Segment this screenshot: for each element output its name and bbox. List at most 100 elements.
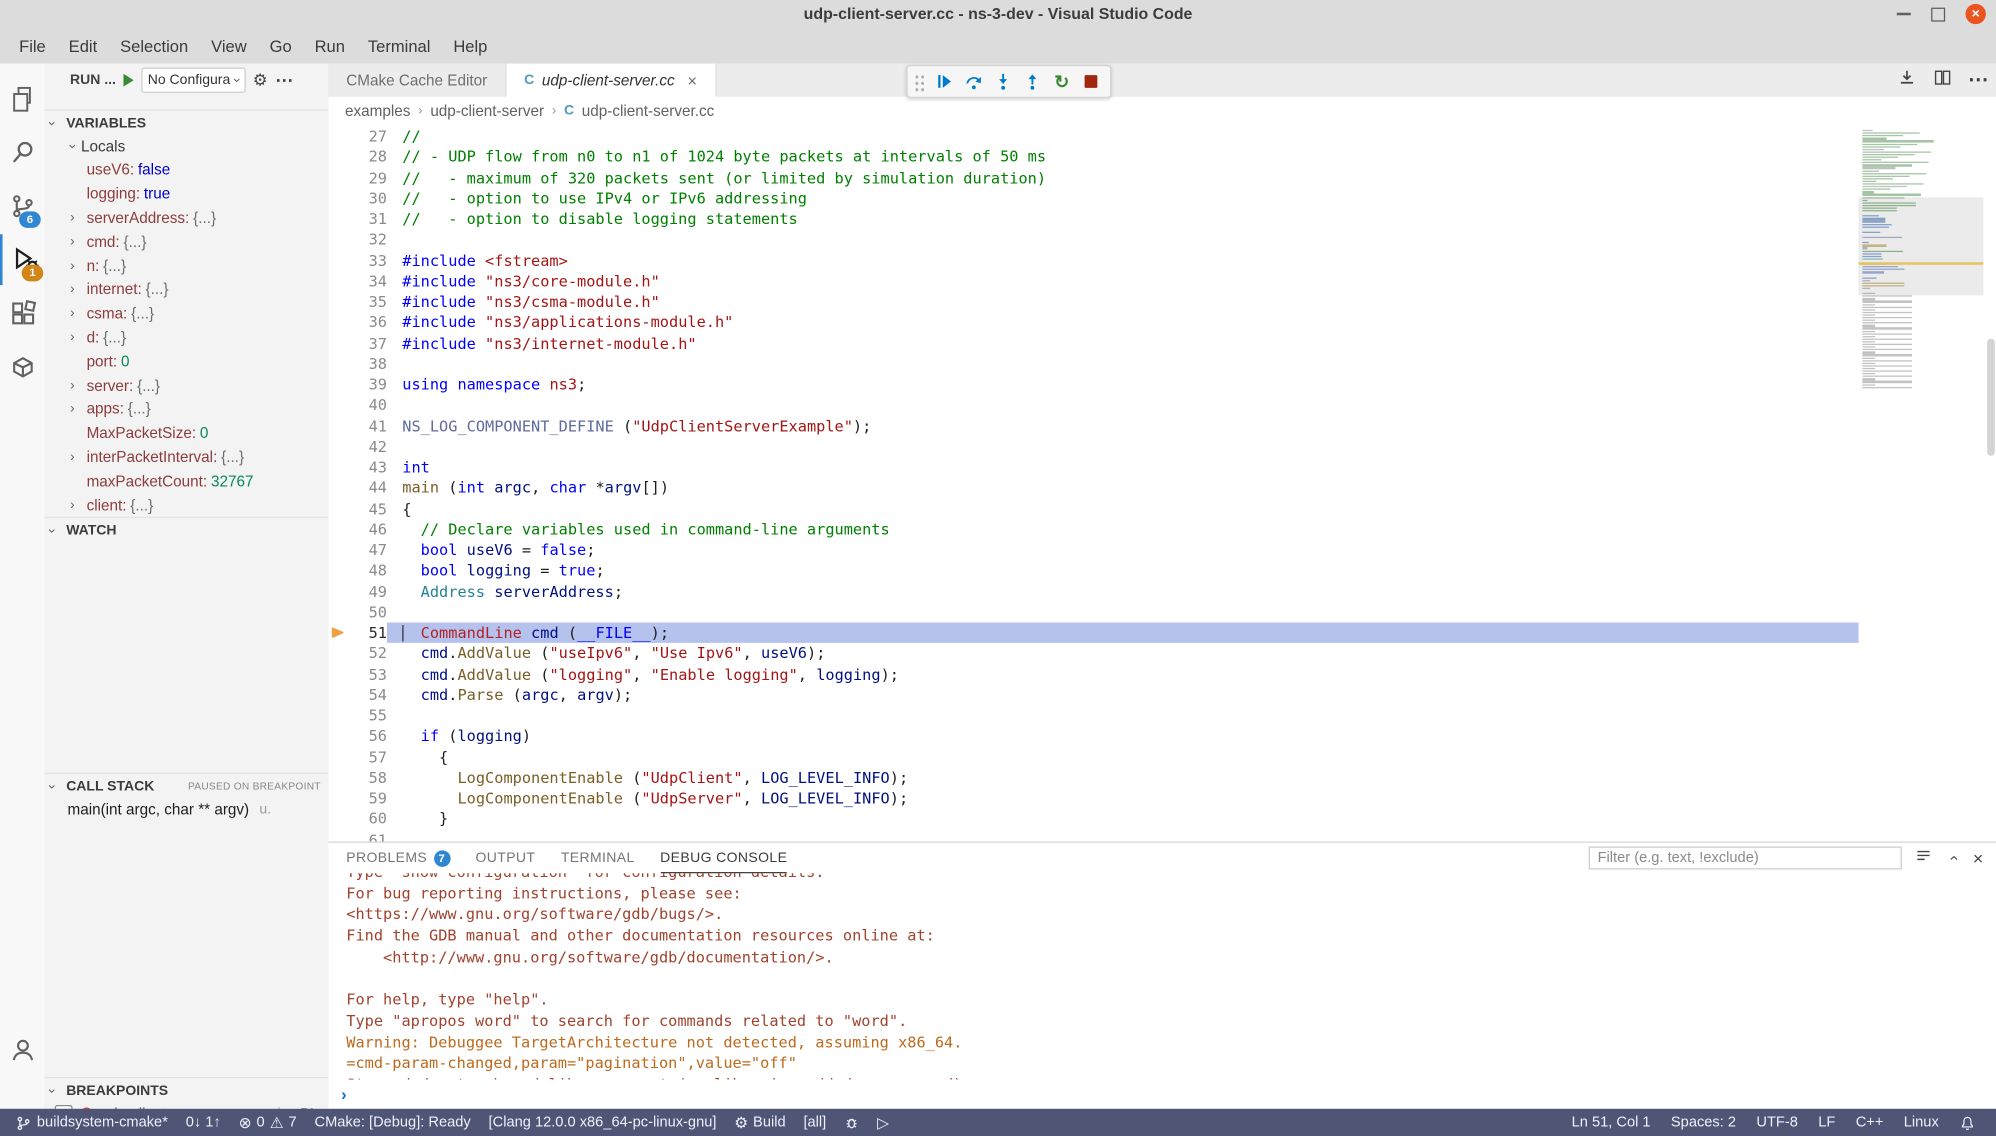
code-editor[interactable]: 27//28// - UDP flow from n0 to n1 of 102… <box>328 125 1996 842</box>
step-out-icon[interactable] <box>1020 69 1045 94</box>
explorer-icon[interactable] <box>0 74 45 125</box>
os-item[interactable]: Linux <box>1896 1115 1946 1130</box>
gutter-glyph-margin[interactable] <box>328 229 348 250</box>
code-line[interactable]: 50 <box>328 602 1858 623</box>
code-line[interactable]: 28// - UDP flow from n0 to n1 of 1024 by… <box>328 147 1858 168</box>
source-control-icon[interactable]: 6 <box>0 181 45 232</box>
watch-section-header[interactable]: › WATCH <box>45 517 329 542</box>
code-line[interactable]: 45{ <box>328 498 1858 519</box>
gutter-glyph-margin[interactable] <box>328 540 348 561</box>
menu-item-view[interactable]: View <box>200 36 258 55</box>
split-editor-icon[interactable] <box>1932 67 1952 94</box>
tab-udp-client-server[interactable]: C udp-client-server.cc × <box>506 64 716 98</box>
gutter-glyph-margin[interactable] <box>328 312 348 333</box>
menu-item-terminal[interactable]: Terminal <box>356 36 441 55</box>
locals-scope-row[interactable]: › Locals <box>45 134 329 158</box>
restart-icon[interactable]: ↻ <box>1049 69 1074 94</box>
variable-row[interactable]: logging:true <box>45 182 329 206</box>
cmake-kit-item[interactable]: [Clang 12.0.0 x86_64-pc-linux-gnu] <box>481 1115 724 1130</box>
gear-icon[interactable]: ⚙ <box>253 70 268 90</box>
gutter-glyph-margin[interactable] <box>328 333 348 354</box>
breadcrumb-item[interactable]: examples <box>345 102 410 120</box>
code-line[interactable]: 36#include "ns3/applications-module.h" <box>328 312 1858 333</box>
console-filter-input[interactable] <box>1589 847 1902 870</box>
step-into-icon[interactable] <box>990 69 1015 94</box>
download-icon[interactable] <box>1897 67 1917 94</box>
gutter-glyph-margin[interactable] <box>328 726 348 747</box>
breakpoint-row[interactable]: ✓ udp-client-server.cc exampl... 51 <box>45 1101 329 1109</box>
gutter-glyph-margin[interactable] <box>328 354 348 375</box>
code-line[interactable]: 37#include "ns3/internet-module.h" <box>328 333 1858 354</box>
gutter-glyph-margin[interactable] <box>328 374 348 395</box>
gutter-glyph-margin[interactable] <box>328 209 348 230</box>
menu-item-run[interactable]: Run <box>303 36 356 55</box>
gutter-glyph-margin[interactable] <box>328 271 348 292</box>
code-line[interactable]: 53 cmd.AddValue ("logging", "Enable logg… <box>328 664 1858 685</box>
variable-row[interactable]: ›csma:{...} <box>45 301 329 325</box>
more-actions-icon[interactable]: ⋯ <box>275 69 294 91</box>
cmake-tools-icon[interactable] <box>0 341 45 392</box>
cmake-launch-icon[interactable]: ▷ <box>870 1114 897 1132</box>
breakpoints-section-header[interactable]: › BREAKPOINTS <box>45 1077 329 1102</box>
gutter-glyph-margin[interactable] <box>328 581 348 602</box>
variables-section-header[interactable]: › VARIABLES <box>45 109 329 134</box>
callstack-frame[interactable]: main(int argc, char ** argv) u. <box>45 797 329 821</box>
variable-row[interactable]: ›client:{...} <box>45 493 329 517</box>
cmake-debug-item[interactable] <box>836 1115 867 1130</box>
minimize-icon[interactable] <box>1897 13 1911 16</box>
gutter-glyph-margin[interactable] <box>328 147 348 168</box>
variable-row[interactable]: maxPacketCount:32767 <box>45 469 329 493</box>
code-line[interactable]: 31// - option to disable logging stateme… <box>328 209 1858 230</box>
gutter-glyph-margin[interactable] <box>328 167 348 188</box>
tab-cmake-cache-editor[interactable]: CMake Cache Editor <box>328 64 506 97</box>
continue-icon[interactable] <box>932 69 957 94</box>
encoding-item[interactable]: UTF-8 <box>1749 1115 1806 1130</box>
start-debug-icon[interactable] <box>124 74 134 87</box>
code-line[interactable]: 58 LogComponentEnable ("UdpClient", LOG_… <box>328 767 1858 788</box>
build-target-item[interactable]: [all] <box>796 1115 834 1130</box>
variable-row[interactable]: ›internet:{...} <box>45 277 329 301</box>
gutter-glyph-margin[interactable] <box>328 416 348 437</box>
gutter-glyph-margin[interactable] <box>328 705 348 726</box>
code-line[interactable]: 61 <box>328 829 1858 841</box>
gutter-glyph-margin[interactable] <box>328 457 348 478</box>
git-sync-item[interactable]: 0↓ 1↑ <box>178 1115 228 1130</box>
close-tab-icon[interactable]: × <box>687 71 697 90</box>
editor-scrollbar[interactable] <box>1987 339 1995 456</box>
code-line[interactable]: 41NS_LOG_COMPONENT_DEFINE ("UdpClientSer… <box>328 416 1858 437</box>
code-line[interactable]: 29// - maximum of 320 packets sent (or l… <box>328 167 1858 188</box>
menu-item-file[interactable]: File <box>8 36 58 55</box>
gutter-glyph-margin[interactable] <box>328 602 348 623</box>
language-mode-item[interactable]: C++ <box>1848 1115 1891 1130</box>
stop-icon[interactable] <box>1078 69 1103 94</box>
code-line[interactable]: 38 <box>328 354 1858 375</box>
git-branch-item[interactable]: buildsystem-cmake* <box>8 1115 176 1132</box>
code-line[interactable]: 30// - option to use IPv4 or IPv6 addres… <box>328 188 1858 209</box>
debug-config-dropdown[interactable]: No Configura › <box>141 67 245 92</box>
menu-item-help[interactable]: Help <box>442 36 499 55</box>
variable-row[interactable]: ›interPacketInterval:{...} <box>45 445 329 469</box>
run-debug-icon[interactable]: 1 <box>0 234 47 285</box>
gutter-glyph-margin[interactable] <box>328 250 348 271</box>
gutter-glyph-margin[interactable] <box>328 829 348 841</box>
code-line[interactable]: 35#include "ns3/csma-module.h" <box>328 292 1858 313</box>
code-line[interactable]: 55 <box>328 705 1858 726</box>
tab-problems[interactable]: PROBLEMS 7 <box>346 843 450 872</box>
eol-item[interactable]: LF <box>1811 1115 1843 1130</box>
console-prompt[interactable]: › <box>341 1085 347 1104</box>
console-settings-icon[interactable] <box>1914 846 1932 870</box>
drag-handle-icon[interactable] <box>914 72 925 91</box>
variable-row[interactable]: ›n:{...} <box>45 254 329 278</box>
menu-item-edit[interactable]: Edit <box>57 36 108 55</box>
gutter-glyph-margin[interactable] <box>328 498 348 519</box>
maximize-icon[interactable] <box>1931 7 1945 21</box>
indentation-item[interactable]: Spaces: 2 <box>1663 1115 1743 1130</box>
gutter-glyph-margin[interactable] <box>328 126 348 147</box>
tab-output[interactable]: OUTPUT <box>476 843 536 872</box>
breadcrumb-item[interactable]: udp-client-server.cc <box>582 102 714 120</box>
code-line[interactable]: 34#include "ns3/core-module.h" <box>328 271 1858 292</box>
cmake-build-item[interactable]: ⚙ Build <box>727 1114 794 1132</box>
gutter-glyph-margin[interactable] <box>328 809 348 830</box>
code-line[interactable]: 60 } <box>328 809 1858 830</box>
gutter-glyph-margin[interactable] <box>328 664 348 685</box>
